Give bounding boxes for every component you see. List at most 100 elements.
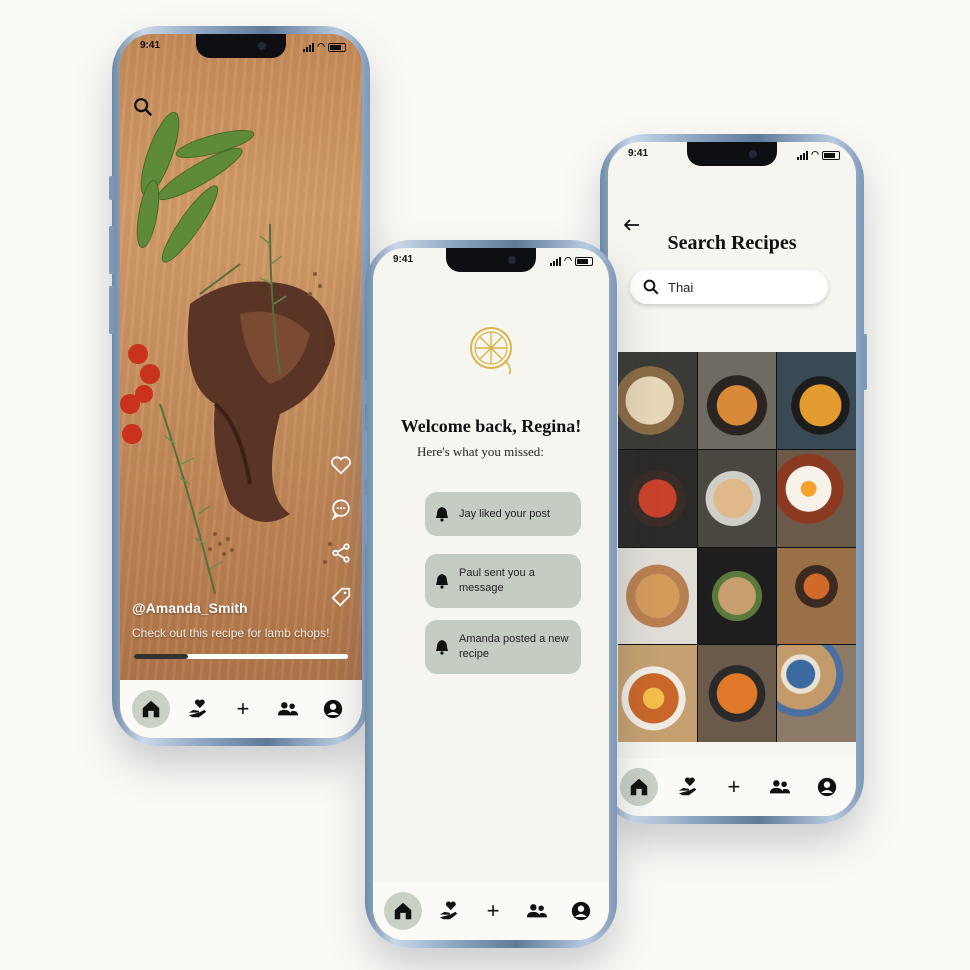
search-input[interactable]: Thai <box>630 270 828 304</box>
recipe-thumbnail[interactable] <box>777 645 856 742</box>
lemon-logo-icon <box>470 327 512 375</box>
status-time: 9:41 <box>628 148 649 159</box>
friends-icon <box>278 702 299 716</box>
signal-indicators: ◠ <box>550 255 593 266</box>
mute-switch <box>362 380 367 404</box>
notification-text: Jay liked your post <box>459 507 551 520</box>
tab-add[interactable]: + <box>226 692 260 726</box>
volume-up-button <box>109 226 114 274</box>
tab-bar: + <box>120 680 362 738</box>
signal-indicators: ◠ <box>797 149 840 160</box>
cellular-icon <box>797 151 809 160</box>
battery-icon <box>575 257 593 266</box>
tab-donate[interactable] <box>671 770 705 804</box>
plus-icon: + <box>727 774 741 799</box>
tab-friends[interactable] <box>520 894 554 928</box>
tab-friends[interactable] <box>271 692 305 726</box>
home-icon <box>630 778 648 796</box>
volume-up-button <box>362 430 367 480</box>
tab-friends[interactable] <box>763 770 797 804</box>
post-caption: Check out this recipe for lamb chops! <box>132 626 330 640</box>
battery-icon <box>328 43 346 52</box>
action-column <box>330 454 352 608</box>
recipe-thumbnail[interactable] <box>777 352 856 449</box>
home-screen: 9:41 ◠ Welcome back, Regina! Here's what… <box>373 248 609 940</box>
phone-home: 9:41 ◠ Welcome back, Regina! Here's what… <box>362 240 617 948</box>
tab-add[interactable]: + <box>476 894 510 928</box>
tab-home[interactable] <box>620 768 659 806</box>
notification-card[interactable]: Paul sent you a message <box>425 554 581 608</box>
home-icon <box>142 700 159 718</box>
video-progress-fill <box>134 654 188 659</box>
recipe-thumbnail[interactable] <box>697 449 777 547</box>
profile-icon <box>571 901 591 921</box>
recipe-thumbnail[interactable] <box>618 352 697 449</box>
profile-icon <box>817 777 836 797</box>
notification-card[interactable]: Amanda posted a new recipe <box>425 620 581 674</box>
friends-icon <box>526 904 548 918</box>
tab-profile[interactable] <box>316 692 350 726</box>
signal-indicators: ◠ <box>303 41 346 52</box>
plus-icon: + <box>486 898 500 923</box>
volume-down-button <box>109 286 114 334</box>
notification-card[interactable]: Jay liked your post <box>425 492 581 536</box>
bell-icon <box>436 640 448 655</box>
page-title: Search Recipes <box>667 232 797 254</box>
tab-profile[interactable] <box>810 770 844 804</box>
wifi-icon: ◠ <box>564 255 572 265</box>
search-icon[interactable] <box>132 96 154 123</box>
tab-add[interactable]: + <box>717 770 751 804</box>
status-time: 9:41 <box>140 40 161 51</box>
tab-donate[interactable] <box>432 894 466 928</box>
bell-icon <box>436 574 448 589</box>
volume-down-button <box>362 495 367 545</box>
tab-home[interactable] <box>131 690 170 728</box>
recipe-thumbnail[interactable] <box>777 547 856 645</box>
tab-bar: + <box>608 758 856 816</box>
mute-switch <box>109 176 114 200</box>
comment-icon[interactable] <box>330 498 352 521</box>
notification-text: Amanda posted a new recipe <box>459 633 569 660</box>
tab-profile[interactable] <box>564 894 598 928</box>
wifi-icon: ◠ <box>317 41 325 51</box>
cellular-icon <box>303 43 315 52</box>
status-bar: 9:41 ◠ <box>373 254 609 268</box>
status-bar: 9:41 ◠ <box>120 40 362 54</box>
tab-home[interactable] <box>384 892 422 930</box>
tab-donate[interactable] <box>181 692 215 726</box>
home-icon <box>394 902 412 920</box>
recipe-thumbnail[interactable] <box>618 645 697 742</box>
phone-feed: 9:41 ◠ @Amanda_Smith Check out this reci… <box>109 26 370 746</box>
phone-search: 9:41 ◠ Search Recipes Thai + <box>600 134 867 824</box>
cellular-icon <box>550 257 562 266</box>
welcome-heading: Welcome back, Regina! <box>400 416 582 436</box>
share-icon[interactable] <box>330 542 352 564</box>
recipe-thumbnail[interactable] <box>697 547 777 645</box>
power-button <box>862 334 867 390</box>
food-photo <box>120 111 340 595</box>
profile-icon <box>324 699 343 719</box>
recipe-thumbnail[interactable] <box>618 449 697 547</box>
recipe-thumbnail[interactable] <box>777 449 856 547</box>
search-query: Thai <box>668 279 694 295</box>
search-screen: 9:41 ◠ Search Recipes Thai + <box>608 142 856 816</box>
status-bar: 9:41 ◠ <box>608 148 856 162</box>
recipe-thumbnail[interactable] <box>618 547 697 645</box>
recipe-thumbnail[interactable] <box>697 352 777 449</box>
search-icon <box>643 279 659 295</box>
wifi-icon: ◠ <box>811 149 819 159</box>
plus-icon: + <box>236 696 250 721</box>
recipe-grid <box>618 352 856 742</box>
missed-subtitle: Here's what you missed: <box>417 444 544 459</box>
notification-text: Paul sent you a message <box>459 567 535 594</box>
tag-icon[interactable] <box>330 586 352 608</box>
post-username[interactable]: @Amanda_Smith <box>132 600 248 616</box>
donate-heart-icon <box>678 777 696 796</box>
recipe-thumbnail[interactable] <box>697 645 777 742</box>
bell-icon <box>436 507 448 522</box>
feed-screen: 9:41 ◠ @Amanda_Smith Check out this reci… <box>120 34 362 738</box>
tab-bar: + <box>373 882 609 940</box>
donate-heart-icon <box>188 699 207 718</box>
heart-icon[interactable] <box>330 454 352 476</box>
video-progress-bar[interactable] <box>134 654 348 659</box>
